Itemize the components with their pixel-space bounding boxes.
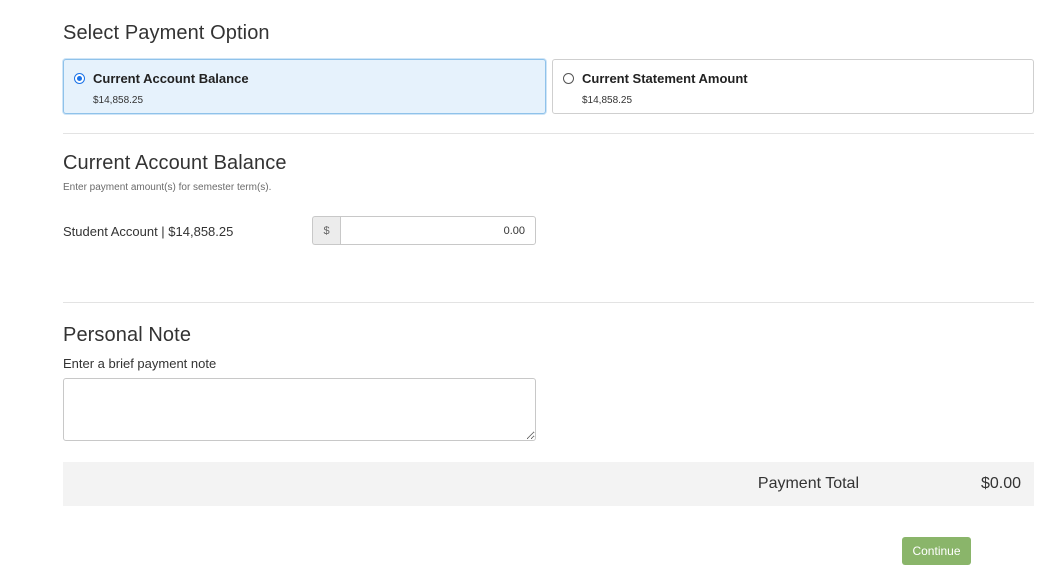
option-amount: $14,858.25 <box>93 95 144 106</box>
payment-total-label: Payment Total <box>757 475 859 492</box>
payment-total-value: $0.00 <box>980 475 1021 492</box>
personal-note-textarea[interactable] <box>63 378 536 441</box>
option-current-statement-amount[interactable]: Current Statement Amount $14,858.25 <box>552 59 1034 114</box>
personal-note-help: Enter a brief payment note <box>63 356 217 371</box>
balance-section-title: Current Account Balance <box>63 152 287 174</box>
option-label: Current Account Balance <box>93 71 249 86</box>
continue-button[interactable]: Continue <box>902 537 971 565</box>
radio-unselected-icon[interactable] <box>563 73 574 84</box>
student-account-label: Student Account | $14,858.25 <box>63 224 234 239</box>
payment-amount-input[interactable] <box>340 216 536 245</box>
payment-total-bar: Payment Total $0.00 <box>63 462 1034 506</box>
personal-note-title: Personal Note <box>63 324 192 346</box>
option-label: Current Statement Amount <box>582 71 748 86</box>
option-current-account-balance[interactable]: Current Account Balance $14,858.25 <box>63 59 546 114</box>
currency-addon: $ <box>312 216 340 245</box>
select-payment-title: Select Payment Option <box>63 22 270 44</box>
payment-page: Select Payment Option Current Account Ba… <box>0 0 1063 584</box>
section-divider <box>63 302 1034 303</box>
option-amount: $14,858.25 <box>582 95 633 106</box>
balance-help-text: Enter payment amount(s) for semester ter… <box>63 182 272 193</box>
section-divider <box>63 133 1034 134</box>
payment-options: Current Account Balance $14,858.25 Curre… <box>63 59 1034 116</box>
radio-selected-icon[interactable] <box>74 73 85 84</box>
payment-amount-group: $ <box>312 216 536 245</box>
